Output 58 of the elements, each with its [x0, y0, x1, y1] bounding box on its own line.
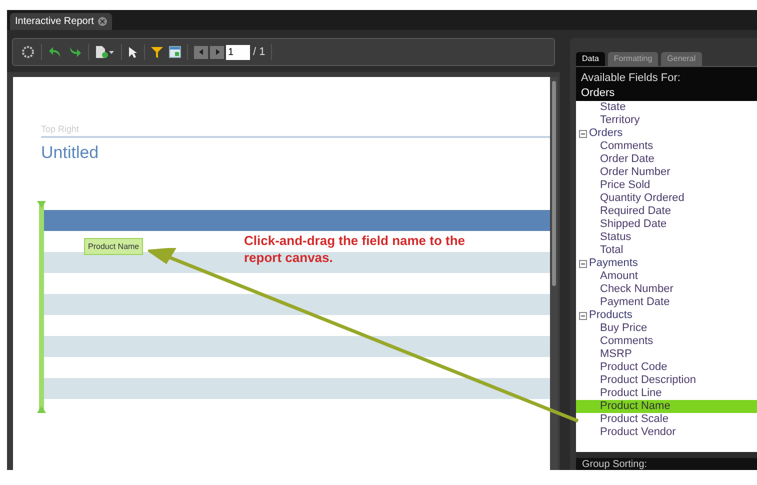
next-page-button[interactable]: [210, 46, 224, 58]
tree-item[interactable]: Buy Price: [576, 322, 757, 335]
tree-item[interactable]: MSRP: [576, 348, 757, 361]
close-icon[interactable]: [98, 17, 107, 26]
collapse-icon[interactable]: [579, 130, 587, 138]
report-tab[interactable]: Interactive Report: [10, 13, 112, 30]
filter-icon[interactable]: [151, 46, 163, 58]
layout-icon[interactable]: [169, 46, 181, 58]
add-document-icon[interactable]: [95, 45, 115, 59]
tree-item[interactable]: Shipped Date: [576, 218, 757, 231]
right-arrow-icon: [214, 49, 220, 55]
tree-item[interactable]: Price Sold: [576, 179, 757, 192]
tree-group[interactable]: Payments: [576, 257, 757, 270]
previous-page-button[interactable]: [194, 46, 208, 58]
tree-item[interactable]: Status: [576, 231, 757, 244]
tree-item[interactable]: Payment Date: [576, 296, 757, 309]
band-handle[interactable]: [39, 204, 44, 410]
left-arrow-icon: [198, 49, 204, 55]
tree-item[interactable]: Product Line: [576, 387, 757, 400]
scrollbar[interactable]: [550, 77, 558, 470]
footer-label: Group Sorting:: [582, 458, 648, 472]
tree-item[interactable]: Comments: [576, 335, 757, 348]
tree-item[interactable]: Product Scale: [576, 413, 757, 426]
tree-item[interactable]: Comments: [576, 140, 757, 153]
undo-icon[interactable]: [48, 46, 62, 58]
tree-item[interactable]: Product Description: [576, 374, 757, 387]
collapse-icon[interactable]: [579, 260, 587, 268]
group-label: Orders: [589, 127, 623, 140]
settings-icon[interactable]: [21, 45, 35, 59]
tree-group[interactable]: Products: [576, 309, 757, 322]
tree-item[interactable]: Check Number: [576, 283, 757, 296]
tree-item[interactable]: Order Date: [576, 153, 757, 166]
redo-icon[interactable]: [68, 46, 82, 58]
page-number-field[interactable]: 1: [226, 44, 250, 60]
field-chip[interactable]: Product Name: [84, 238, 144, 255]
tree-item[interactable]: Product Code: [576, 361, 757, 374]
tree-item[interactable]: Required Date: [576, 205, 757, 218]
instruction-text: Click-and-drag the field name to the report canvas.: [244, 232, 466, 266]
tree-item[interactable]: Order Number: [576, 166, 757, 179]
header-text: Available Fields For:: [580, 71, 682, 86]
tree-item[interactable]: Total: [576, 244, 757, 257]
group-label: Payments: [589, 257, 638, 270]
group-label: Products: [589, 309, 632, 322]
triangle-icon: [37, 406, 46, 413]
report-title: Untitled: [41, 143, 100, 163]
source-name: Orders: [580, 86, 616, 101]
tree-item[interactable]: Amount: [576, 270, 757, 283]
tree-item[interactable]: Product Name: [576, 400, 757, 413]
collapse-icon[interactable]: [579, 312, 587, 320]
page-total: / 1: [253, 44, 266, 60]
tree-item[interactable]: Product Vendor: [576, 426, 757, 439]
tree-group[interactable]: Orders: [576, 127, 757, 140]
tree-item[interactable]: Territory: [576, 114, 757, 127]
tree-item[interactable]: State: [576, 101, 757, 114]
tree-item[interactable]: Quantity Ordered: [576, 192, 757, 205]
panel-tab[interactable]: Data: [576, 52, 605, 66]
pointer-icon[interactable]: [128, 46, 138, 58]
triangle-icon: [37, 201, 46, 208]
